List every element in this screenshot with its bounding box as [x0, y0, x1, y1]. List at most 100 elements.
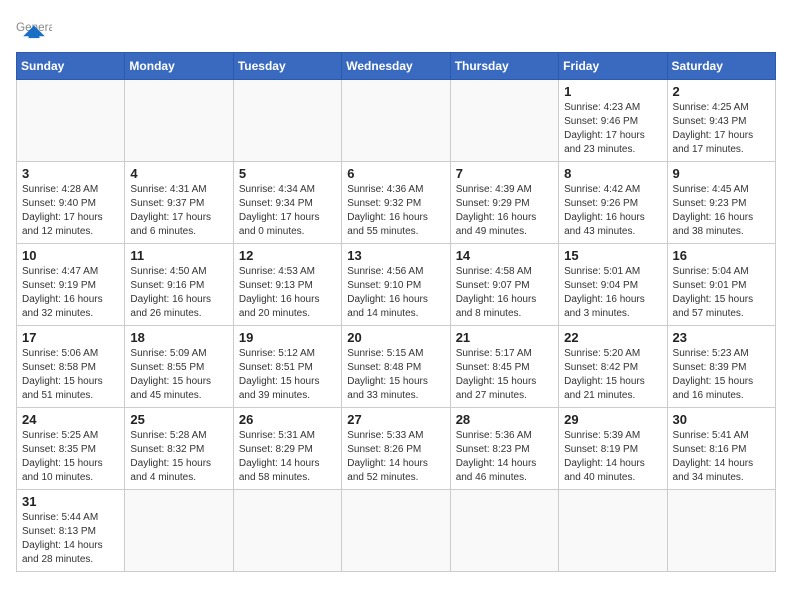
- day-info: Sunrise: 5:39 AM Sunset: 8:19 PM Dayligh…: [564, 429, 661, 485]
- day-number: 20: [347, 330, 444, 345]
- day-number: 30: [673, 412, 770, 427]
- day-number: 17: [22, 330, 119, 345]
- day-info: Sunrise: 5:31 AM Sunset: 8:29 PM Dayligh…: [239, 429, 336, 485]
- day-number: 13: [347, 248, 444, 263]
- calendar-cell: 7 Sunrise: 4:39 AM Sunset: 9:29 PM Daylig…: [450, 162, 558, 244]
- calendar-cell: 14 Sunrise: 4:58 AM Sunset: 9:07 PM Dayli…: [450, 244, 558, 326]
- day-info: Sunrise: 5:33 AM Sunset: 8:26 PM Dayligh…: [347, 429, 444, 485]
- calendar-cell: 22Sunrise: 5:20 AM Sunset: 8:42 PM Dayli…: [559, 326, 667, 408]
- calendar-cell: 9Sunrise: 4:45 AM Sunset: 9:23 PM Daylig…: [667, 162, 775, 244]
- calendar-cell: 29 Sunrise: 5:39 AM Sunset: 8:19 PM Dayli…: [559, 408, 667, 490]
- weekday-header: Monday: [125, 53, 233, 80]
- day-info: Sunrise: 4:31 AM Sunset: 9:37 PM Dayligh…: [130, 183, 227, 239]
- weekday-header: Friday: [559, 53, 667, 80]
- day-number: 28: [456, 412, 553, 427]
- day-info: Sunrise: 5:44 AM Sunset: 8:13 PM Dayligh…: [22, 511, 119, 567]
- day-info: Sunrise: 4:34 AM Sunset: 9:34 PM Dayligh…: [239, 183, 336, 239]
- day-number: 4: [130, 166, 227, 181]
- day-number: 8: [564, 166, 661, 181]
- day-number: 7: [456, 166, 553, 181]
- day-info: Sunrise: 5:23 AM Sunset: 8:39 PM Dayligh…: [673, 347, 770, 403]
- calendar-cell: 12Sunrise: 4:53 AM Sunset: 9:13 PM Dayli…: [233, 244, 341, 326]
- day-number: 29: [564, 412, 661, 427]
- day-number: 19: [239, 330, 336, 345]
- calendar-cell: 31Sunrise: 5:44 AM Sunset: 8:13 PM Dayli…: [17, 490, 125, 572]
- day-number: 9: [673, 166, 770, 181]
- calendar-week-row: 1Sunrise: 4:23 AM Sunset: 9:46 PM Daylig…: [17, 80, 776, 162]
- day-info: Sunrise: 4:50 AM Sunset: 9:16 PM Dayligh…: [130, 265, 227, 321]
- calendar-cell: [342, 80, 450, 162]
- day-info: Sunrise: 5:04 AM Sunset: 9:01 PM Dayligh…: [673, 265, 770, 321]
- day-info: Sunrise: 4:25 AM Sunset: 9:43 PM Dayligh…: [673, 101, 770, 157]
- calendar-cell: 23 Sunrise: 5:23 AM Sunset: 8:39 PM Dayli…: [667, 326, 775, 408]
- calendar-cell: 3 Sunrise: 4:28 AM Sunset: 9:40 PM Daylig…: [17, 162, 125, 244]
- calendar-cell: [17, 80, 125, 162]
- weekday-header: Thursday: [450, 53, 558, 80]
- day-number: 1: [564, 84, 661, 99]
- weekday-header: Sunday: [17, 53, 125, 80]
- day-number: 25: [130, 412, 227, 427]
- generalblue-logo-icon: General: [16, 16, 52, 44]
- day-number: 10: [22, 248, 119, 263]
- weekday-header: Saturday: [667, 53, 775, 80]
- day-info: Sunrise: 4:53 AM Sunset: 9:13 PM Dayligh…: [239, 265, 336, 321]
- day-info: Sunrise: 4:58 AM Sunset: 9:07 PM Dayligh…: [456, 265, 553, 321]
- calendar-cell: 24 Sunrise: 5:25 AM Sunset: 8:35 PM Dayli…: [17, 408, 125, 490]
- weekday-header: Tuesday: [233, 53, 341, 80]
- day-info: Sunrise: 5:15 AM Sunset: 8:48 PM Dayligh…: [347, 347, 444, 403]
- day-info: Sunrise: 5:06 AM Sunset: 8:58 PM Dayligh…: [22, 347, 119, 403]
- calendar-week-row: 10 Sunrise: 4:47 AM Sunset: 9:19 PM Dayli…: [17, 244, 776, 326]
- calendar-cell: 6 Sunrise: 4:36 AM Sunset: 9:32 PM Daylig…: [342, 162, 450, 244]
- calendar-cell: 18Sunrise: 5:09 AM Sunset: 8:55 PM Dayli…: [125, 326, 233, 408]
- day-info: Sunrise: 4:39 AM Sunset: 9:29 PM Dayligh…: [456, 183, 553, 239]
- day-number: 21: [456, 330, 553, 345]
- calendar-cell: 1Sunrise: 4:23 AM Sunset: 9:46 PM Daylig…: [559, 80, 667, 162]
- calendar-cell: 17 Sunrise: 5:06 AM Sunset: 8:58 PM Dayli…: [17, 326, 125, 408]
- calendar-cell: [125, 490, 233, 572]
- calendar-week-row: 3 Sunrise: 4:28 AM Sunset: 9:40 PM Daylig…: [17, 162, 776, 244]
- calendar-cell: 28 Sunrise: 5:36 AM Sunset: 8:23 PM Dayli…: [450, 408, 558, 490]
- day-info: Sunrise: 5:25 AM Sunset: 8:35 PM Dayligh…: [22, 429, 119, 485]
- calendar-cell: 4 Sunrise: 4:31 AM Sunset: 9:37 PM Daylig…: [125, 162, 233, 244]
- calendar-cell: 30Sunrise: 5:41 AM Sunset: 8:16 PM Dayli…: [667, 408, 775, 490]
- calendar-cell: 13Sunrise: 4:56 AM Sunset: 9:10 PM Dayli…: [342, 244, 450, 326]
- day-info: Sunrise: 5:01 AM Sunset: 9:04 PM Dayligh…: [564, 265, 661, 321]
- day-number: 3: [22, 166, 119, 181]
- day-info: Sunrise: 5:09 AM Sunset: 8:55 PM Dayligh…: [130, 347, 227, 403]
- calendar-cell: 11 Sunrise: 4:50 AM Sunset: 9:16 PM Dayli…: [125, 244, 233, 326]
- day-number: 11: [130, 248, 227, 263]
- day-number: 23: [673, 330, 770, 345]
- calendar-cell: 8Sunrise: 4:42 AM Sunset: 9:26 PM Daylig…: [559, 162, 667, 244]
- day-number: 2: [673, 84, 770, 99]
- page-header: General: [16, 16, 776, 44]
- day-info: Sunrise: 5:36 AM Sunset: 8:23 PM Dayligh…: [456, 429, 553, 485]
- calendar-cell: 20 Sunrise: 5:15 AM Sunset: 8:48 PM Dayli…: [342, 326, 450, 408]
- calendar-table: SundayMondayTuesdayWednesdayThursdayFrid…: [16, 52, 776, 572]
- calendar-cell: 27 Sunrise: 5:33 AM Sunset: 8:26 PM Dayli…: [342, 408, 450, 490]
- day-info: Sunrise: 5:28 AM Sunset: 8:32 PM Dayligh…: [130, 429, 227, 485]
- day-number: 27: [347, 412, 444, 427]
- calendar-cell: 26 Sunrise: 5:31 AM Sunset: 8:29 PM Dayli…: [233, 408, 341, 490]
- day-info: Sunrise: 4:36 AM Sunset: 9:32 PM Dayligh…: [347, 183, 444, 239]
- day-number: 26: [239, 412, 336, 427]
- calendar-cell: [342, 490, 450, 572]
- day-number: 24: [22, 412, 119, 427]
- day-info: Sunrise: 5:20 AM Sunset: 8:42 PM Dayligh…: [564, 347, 661, 403]
- calendar-cell: 21Sunrise: 5:17 AM Sunset: 8:45 PM Dayli…: [450, 326, 558, 408]
- day-number: 6: [347, 166, 444, 181]
- day-info: Sunrise: 4:28 AM Sunset: 9:40 PM Dayligh…: [22, 183, 119, 239]
- day-number: 16: [673, 248, 770, 263]
- calendar-cell: [450, 490, 558, 572]
- day-number: 5: [239, 166, 336, 181]
- calendar-week-row: 24 Sunrise: 5:25 AM Sunset: 8:35 PM Dayli…: [17, 408, 776, 490]
- calendar-cell: [125, 80, 233, 162]
- calendar-cell: 19 Sunrise: 5:12 AM Sunset: 8:51 PM Dayli…: [233, 326, 341, 408]
- calendar-week-row: 31Sunrise: 5:44 AM Sunset: 8:13 PM Dayli…: [17, 490, 776, 572]
- weekday-header: Wednesday: [342, 53, 450, 80]
- day-number: 14: [456, 248, 553, 263]
- day-info: Sunrise: 4:47 AM Sunset: 9:19 PM Dayligh…: [22, 265, 119, 321]
- calendar-week-row: 17 Sunrise: 5:06 AM Sunset: 8:58 PM Dayli…: [17, 326, 776, 408]
- calendar-cell: [233, 490, 341, 572]
- calendar-cell: [450, 80, 558, 162]
- day-info: Sunrise: 5:12 AM Sunset: 8:51 PM Dayligh…: [239, 347, 336, 403]
